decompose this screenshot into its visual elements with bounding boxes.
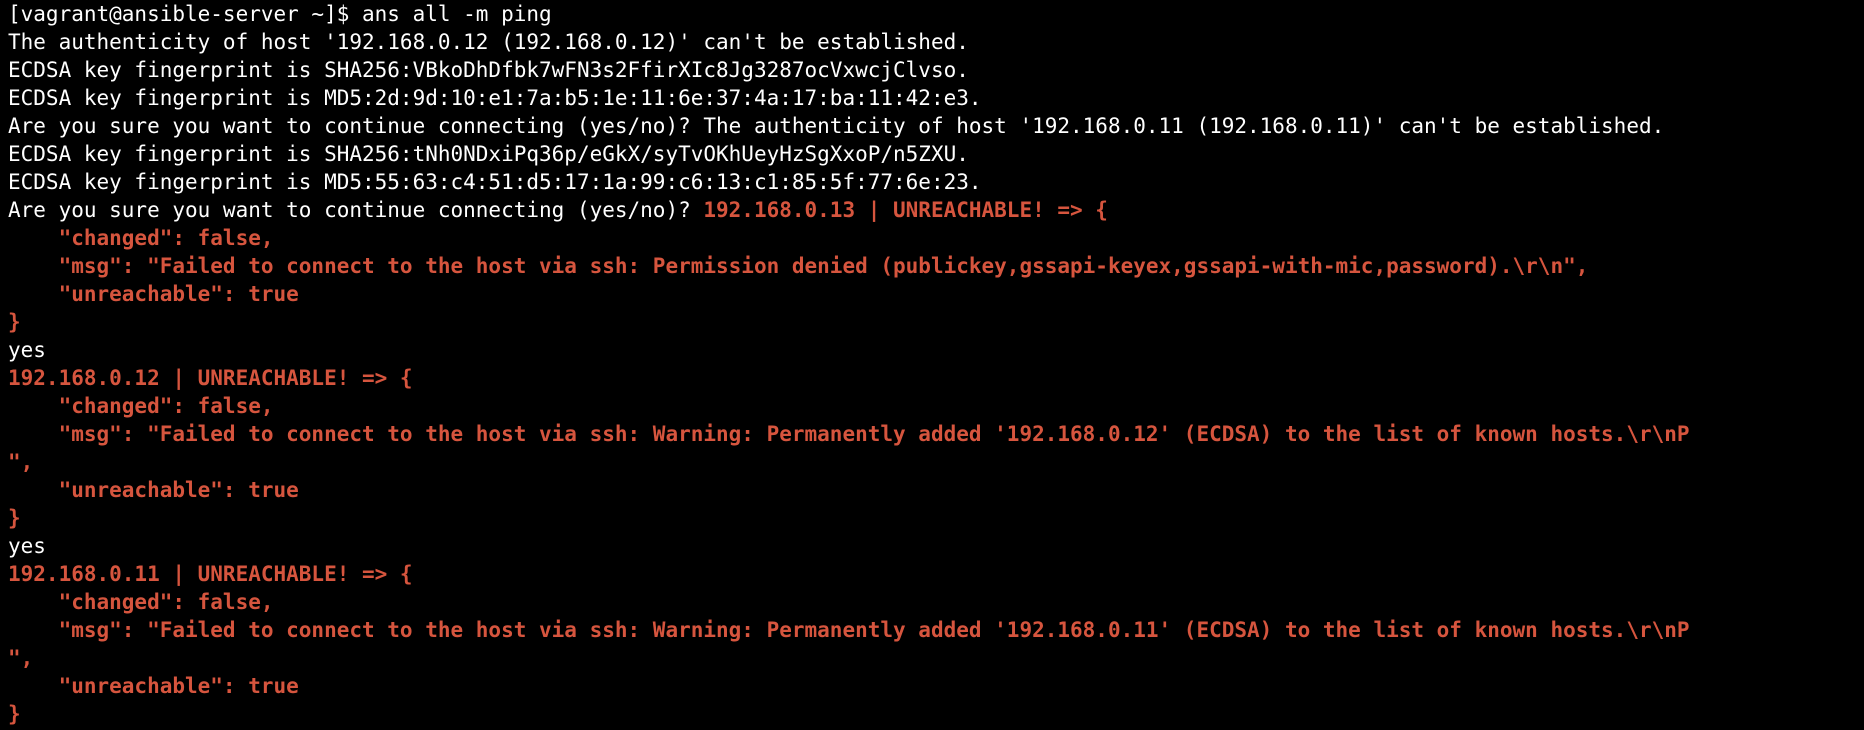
output-text: ECDSA key fingerprint is MD5:2d:9d:10:e1…: [8, 86, 982, 110]
output-text: ECDSA key fingerprint is SHA256:tNh0NDxi…: [8, 142, 969, 166]
error-output-text: "msg": "Failed to connect to the host vi…: [8, 422, 1690, 446]
terminal-line: ECDSA key fingerprint is MD5:55:63:c4:51…: [8, 168, 1864, 196]
output-text: [vagrant@ansible-server ~]$ ans all -m p…: [8, 2, 552, 26]
terminal-line: }: [8, 504, 1864, 532]
error-output-text: "changed": false,: [8, 226, 274, 250]
terminal-line: "changed": false,: [8, 588, 1864, 616]
terminal-line: "msg": "Failed to connect to the host vi…: [8, 420, 1864, 448]
terminal-window[interactable]: [vagrant@ansible-server ~]$ ans all -m p…: [0, 0, 1864, 730]
terminal-output: [vagrant@ansible-server ~]$ ans all -m p…: [8, 0, 1864, 728]
error-output-text: }: [8, 310, 21, 334]
error-output-text: 192.168.0.12 | UNREACHABLE! => {: [8, 366, 413, 390]
terminal-line: 192.168.0.12 | UNREACHABLE! => {: [8, 364, 1864, 392]
error-output-text: 192.168.0.11 | UNREACHABLE! => {: [8, 562, 413, 586]
terminal-line: }: [8, 700, 1864, 728]
terminal-line: }: [8, 308, 1864, 336]
output-text: yes: [8, 338, 46, 362]
error-output-text: "unreachable": true: [8, 674, 299, 698]
output-text: Are you sure you want to continue connec…: [8, 114, 1665, 138]
terminal-line: ECDSA key fingerprint is SHA256:tNh0NDxi…: [8, 140, 1864, 168]
terminal-line: [vagrant@ansible-server ~]$ ans all -m p…: [8, 0, 1864, 28]
terminal-line: "unreachable": true: [8, 672, 1864, 700]
error-output-text: 192.168.0.13 | UNREACHABLE! => {: [703, 198, 1108, 222]
terminal-line: "msg": "Failed to connect to the host vi…: [8, 616, 1864, 644]
error-output-text: "unreachable": true: [8, 282, 299, 306]
output-text: yes: [8, 534, 46, 558]
error-output-text: "unreachable": true: [8, 478, 299, 502]
output-text: ECDSA key fingerprint is SHA256:VBkoDhDf…: [8, 58, 969, 82]
error-output-text: }: [8, 506, 21, 530]
error-output-text: }: [8, 702, 21, 726]
terminal-line: ",: [8, 448, 1864, 476]
terminal-line: ECDSA key fingerprint is SHA256:VBkoDhDf…: [8, 56, 1864, 84]
error-output-text: "msg": "Failed to connect to the host vi…: [8, 618, 1690, 642]
terminal-line: "unreachable": true: [8, 280, 1864, 308]
terminal-line: ECDSA key fingerprint is MD5:2d:9d:10:e1…: [8, 84, 1864, 112]
terminal-line: Are you sure you want to continue connec…: [8, 196, 1864, 224]
terminal-line: "unreachable": true: [8, 476, 1864, 504]
terminal-line: yes: [8, 336, 1864, 364]
terminal-line: "changed": false,: [8, 392, 1864, 420]
terminal-line: Are you sure you want to continue connec…: [8, 112, 1864, 140]
error-output-text: "changed": false,: [8, 590, 274, 614]
error-output-text: ",: [8, 450, 34, 474]
terminal-line: yes: [8, 532, 1864, 560]
terminal-line: "changed": false,: [8, 224, 1864, 252]
output-text: The authenticity of host '192.168.0.12 (…: [8, 30, 969, 54]
error-output-text: "msg": "Failed to connect to the host vi…: [8, 254, 1589, 278]
terminal-line: 192.168.0.11 | UNREACHABLE! => {: [8, 560, 1864, 588]
terminal-line: "msg": "Failed to connect to the host vi…: [8, 252, 1864, 280]
error-output-text: ",: [8, 646, 34, 670]
terminal-line: The authenticity of host '192.168.0.12 (…: [8, 28, 1864, 56]
output-text: Are you sure you want to continue connec…: [8, 198, 704, 222]
output-text: ECDSA key fingerprint is MD5:55:63:c4:51…: [8, 170, 982, 194]
error-output-text: "changed": false,: [8, 394, 274, 418]
terminal-line: ",: [8, 644, 1864, 672]
